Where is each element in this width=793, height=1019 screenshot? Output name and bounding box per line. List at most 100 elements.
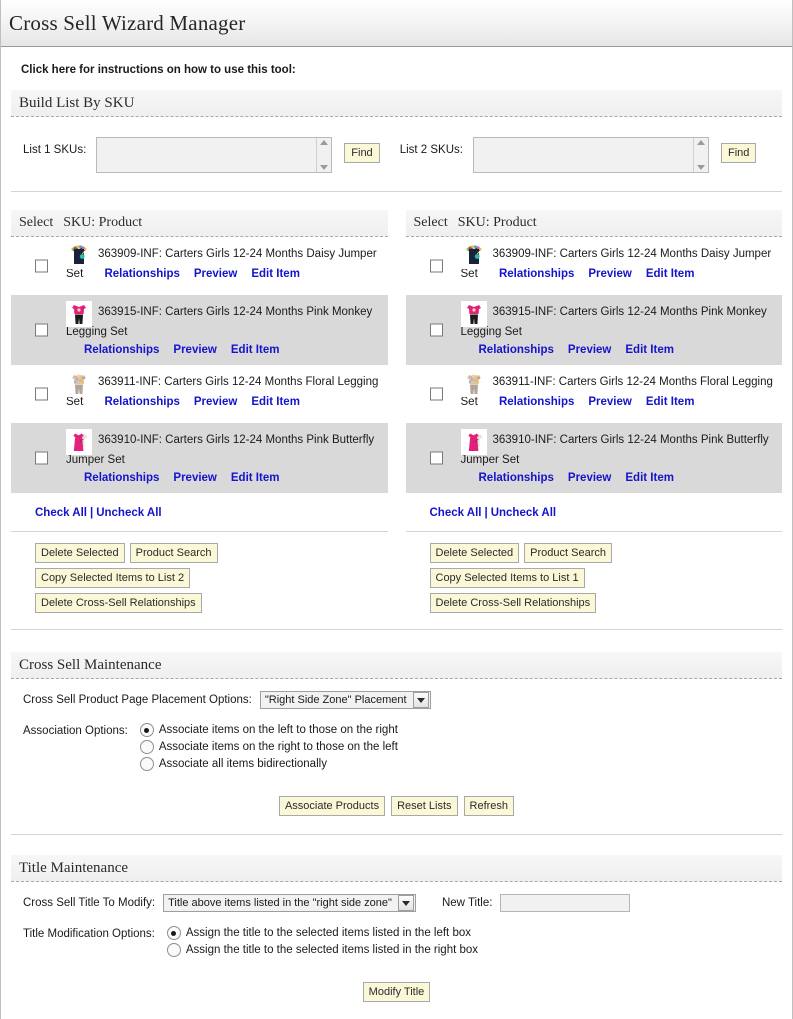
table-row: 363911-INF: Carters Girls 12-24 Months F… <box>11 365 388 423</box>
row-checkbox[interactable] <box>429 259 443 273</box>
edit-item-link[interactable]: Edit Item <box>625 472 674 484</box>
relationships-link[interactable]: Relationships <box>104 268 179 280</box>
row-checkbox[interactable] <box>429 323 443 337</box>
list2-find-button[interactable]: Find <box>720 143 757 163</box>
left-delete-cross-sell-button[interactable]: Delete Cross-Sell Relationships <box>35 593 202 613</box>
edit-item-link[interactable]: Edit Item <box>646 268 695 280</box>
title-option-left-box[interactable]: Assign the title to the selected items l… <box>166 926 478 940</box>
pink-monkey-legging-thumbnail <box>66 301 92 327</box>
right-delete-selected-button[interactable]: Delete Selected <box>429 543 520 563</box>
edit-item-link[interactable]: Edit Item <box>251 396 300 408</box>
radio-icon[interactable] <box>166 926 181 940</box>
list1-scrollbar[interactable] <box>316 138 332 172</box>
title-option-right-box[interactable]: Assign the title to the selected items l… <box>166 943 478 957</box>
new-title-input[interactable] <box>500 894 631 912</box>
list1-sku-label: List 1 SKUs: <box>23 144 87 156</box>
modify-title-button[interactable]: Modify Title <box>362 982 431 1002</box>
check-all-link[interactable]: Check All <box>430 507 482 519</box>
relationships-link[interactable]: Relationships <box>499 396 574 408</box>
relationships-link[interactable]: Relationships <box>479 472 554 484</box>
association-option-left-to-right[interactable]: Associate items on the left to those on … <box>139 723 398 737</box>
edit-item-link[interactable]: Edit Item <box>251 268 300 280</box>
radio-icon[interactable] <box>166 943 181 957</box>
radio-icon[interactable] <box>139 740 154 754</box>
left-copy-to-list2-button[interactable]: Copy Selected Items to List 2 <box>35 568 191 588</box>
row-checkbox[interactable] <box>429 451 443 465</box>
edit-item-link[interactable]: Edit Item <box>231 472 280 484</box>
instructions-text[interactable]: Click here for instructions on how to us… <box>1 47 792 76</box>
chevron-down-icon[interactable] <box>397 895 414 911</box>
association-option-bidirectional[interactable]: Associate all items bidirectionally <box>139 757 398 771</box>
scroll-up-icon[interactable] <box>320 140 329 145</box>
preview-link[interactable]: Preview <box>173 344 216 356</box>
uncheck-all-link[interactable]: Uncheck All <box>96 507 161 519</box>
radio-icon[interactable] <box>139 723 154 737</box>
floral-legging-thumbnail <box>460 371 487 397</box>
title-to-modify-select[interactable]: Title above items listed in the "right s… <box>163 894 416 912</box>
right-list-rows: 363909-INF: Carters Girls 12-24 Months D… <box>405 237 782 493</box>
right-product-search-button[interactable]: Product Search <box>524 543 612 563</box>
preview-link[interactable]: Preview <box>568 472 611 484</box>
relationships-link[interactable]: Relationships <box>104 396 179 408</box>
right-header-select: Select <box>413 215 448 230</box>
association-option-right-to-left[interactable]: Associate items on the right to those on… <box>139 740 398 754</box>
scroll-down-icon[interactable] <box>696 165 705 170</box>
check-all-link[interactable]: Check All <box>35 507 87 519</box>
preview-link[interactable]: Preview <box>588 268 631 280</box>
left-header-select: Select <box>19 215 54 230</box>
edit-item-link[interactable]: Edit Item <box>625 344 674 356</box>
right-header-product: SKU: Product <box>457 215 537 230</box>
list2-sku-input[interactable] <box>472 137 709 173</box>
product-sku: 363915-INF: <box>98 306 162 319</box>
row-checkbox[interactable] <box>35 387 48 401</box>
placement-options-value: "Right Side Zone" Placement <box>264 694 407 706</box>
scroll-up-icon[interactable] <box>696 140 705 145</box>
radio-icon[interactable] <box>139 757 154 771</box>
row-checkbox[interactable] <box>35 259 48 273</box>
navy-daisy-jumper-thumbnail <box>460 243 487 269</box>
list1-sku-input[interactable] <box>96 137 333 173</box>
refresh-button[interactable]: Refresh <box>463 796 515 816</box>
row-checkbox[interactable] <box>429 387 443 401</box>
left-product-search-button[interactable]: Product Search <box>129 543 218 563</box>
preview-link[interactable]: Preview <box>173 472 216 484</box>
reset-lists-button[interactable]: Reset Lists <box>391 796 458 816</box>
list2-sku-label: List 2 SKUs: <box>399 144 463 156</box>
checkall-separator: | <box>484 507 488 519</box>
relationships-link[interactable]: Relationships <box>499 268 574 280</box>
preview-link[interactable]: Preview <box>568 344 611 356</box>
title-to-modify-value: Title above items listed in the "right s… <box>168 897 392 909</box>
title-action-buttons: Modify Title <box>1 982 792 1002</box>
right-delete-cross-sell-button[interactable]: Delete Cross-Sell Relationships <box>429 593 597 613</box>
relationships-link[interactable]: Relationships <box>479 344 554 356</box>
chevron-down-icon[interactable] <box>412 692 429 708</box>
product-sku: 363909-INF: <box>98 248 162 261</box>
right-check-all-row: Check All | Uncheck All <box>430 507 783 519</box>
left-button-group: Delete Selected Product Search Copy Sele… <box>35 543 375 588</box>
preview-link[interactable]: Preview <box>194 268 237 280</box>
relationships-link[interactable]: Relationships <box>84 344 159 356</box>
row-checkbox[interactable] <box>35 323 48 337</box>
product-sku: 363911-INF: <box>98 376 162 389</box>
title-modification-label: Title Modification Options: <box>23 928 155 940</box>
title-maintenance-section: Title Maintenance Cross Sell Title To Mo… <box>1 855 792 1002</box>
section-title-cross-sell-maintenance: Cross Sell Maintenance <box>19 656 162 673</box>
placement-options-select[interactable]: "Right Side Zone" Placement <box>259 691 431 709</box>
section-header-cross-sell-maintenance: Cross Sell Maintenance <box>11 652 782 679</box>
relationships-link[interactable]: Relationships <box>84 472 159 484</box>
row-checkbox[interactable] <box>35 451 48 465</box>
scroll-down-icon[interactable] <box>320 165 329 170</box>
preview-link[interactable]: Preview <box>588 396 631 408</box>
product-sku: 363910-INF: <box>492 434 557 447</box>
uncheck-all-link[interactable]: Uncheck All <box>491 507 556 519</box>
right-copy-to-list1-button[interactable]: Copy Selected Items to List 1 <box>429 568 585 588</box>
right-button-row-2: Delete Cross-Sell Relationships <box>429 593 783 613</box>
product-sku: 363909-INF: <box>492 248 557 261</box>
left-delete-selected-button[interactable]: Delete Selected <box>35 543 125 563</box>
edit-item-link[interactable]: Edit Item <box>231 344 280 356</box>
edit-item-link[interactable]: Edit Item <box>646 396 695 408</box>
list1-find-button[interactable]: Find <box>344 143 380 163</box>
associate-products-button[interactable]: Associate Products <box>278 796 386 816</box>
preview-link[interactable]: Preview <box>194 396 237 408</box>
list2-scrollbar[interactable] <box>692 138 708 172</box>
